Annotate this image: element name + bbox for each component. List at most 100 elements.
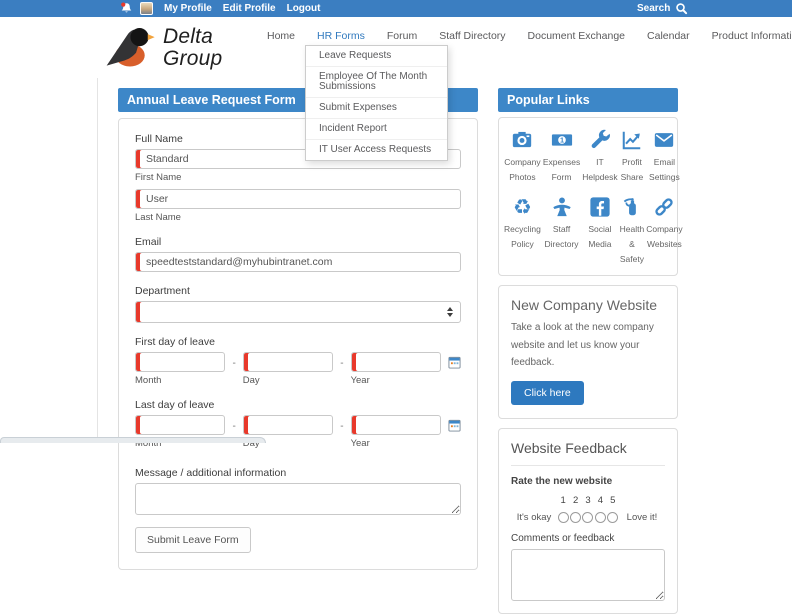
company-logo[interactable]: Delta Group: [104, 25, 222, 70]
first-day-calendar-icon[interactable]: [448, 356, 461, 369]
camera-icon: [504, 129, 541, 152]
year-caption: Year: [351, 438, 441, 449]
date-separator: -: [232, 421, 235, 432]
nav-item-home[interactable]: Home: [267, 30, 295, 42]
new-company-website-text: Take a look at the new company website a…: [511, 319, 665, 372]
hr-forms-dropdown-menu: Leave Requests Employee Of The Month Sub…: [305, 45, 448, 161]
website-feedback-title: Website Feedback: [511, 440, 665, 456]
link-icon: [646, 196, 682, 219]
first-day-day-input[interactable]: [243, 352, 333, 372]
first-name-caption: First Name: [135, 172, 461, 183]
main-nav: Home HR Forms Forum Staff Directory Docu…: [267, 30, 792, 42]
first-day-year-input[interactable]: [351, 352, 441, 372]
rating-radio-2[interactable]: [570, 512, 581, 523]
popular-link-company-websites[interactable]: Company Websites: [646, 196, 682, 267]
chart-icon: [620, 129, 645, 152]
rate-label: Rate the new website: [511, 476, 665, 487]
menu-item-submit-expenses[interactable]: Submit Expenses: [306, 98, 447, 119]
recycle-icon: ♻: [504, 196, 541, 219]
user-avatar[interactable]: [140, 2, 153, 15]
popular-link-it-helpdesk[interactable]: IT Helpdesk: [582, 129, 617, 185]
popular-link-social-media[interactable]: Social Media: [582, 196, 617, 267]
extinguisher-icon: [620, 196, 645, 219]
new-company-website-title: New Company Website: [511, 297, 665, 313]
last-day-year-input[interactable]: [351, 415, 441, 435]
nav-item-document-exchange[interactable]: Document Exchange: [528, 30, 625, 42]
sidebar: Popular Links Company Photos 1 Expenses …: [498, 88, 678, 614]
rating-high-label: Love it!: [627, 512, 658, 523]
website-feedback-panel: Website Feedback Rate the new website 1 …: [498, 428, 678, 614]
day-caption: Day: [243, 375, 333, 386]
last-day-day-input[interactable]: [243, 415, 333, 435]
edit-profile-link[interactable]: Edit Profile: [223, 3, 276, 14]
rating-radio-3[interactable]: [582, 512, 593, 523]
select-spinner-icon: [447, 307, 453, 317]
menu-item-it-user-access-requests[interactable]: IT User Access Requests: [306, 140, 447, 160]
content-left-border: [97, 78, 98, 443]
popular-link-profit-share[interactable]: Profit Share: [620, 129, 645, 185]
nav-item-staff-directory[interactable]: Staff Directory: [439, 30, 505, 42]
nav-item-calendar[interactable]: Calendar: [647, 30, 690, 42]
rating-radio-1[interactable]: [558, 512, 569, 523]
first-day-month-input[interactable]: [135, 352, 225, 372]
leave-request-form: Full Name First Name Last Name Email Dep…: [118, 118, 478, 570]
rating-number-3: 3: [585, 495, 590, 506]
department-label: Department: [135, 285, 461, 297]
envelope-icon: [646, 129, 682, 152]
last-day-calendar-icon[interactable]: [448, 419, 461, 432]
popular-link-company-photos[interactable]: Company Photos: [504, 129, 541, 185]
email-input[interactable]: [135, 252, 461, 272]
logo-text: Delta Group: [163, 26, 222, 69]
popular-link-staff-directory[interactable]: Staff Directory: [543, 196, 580, 267]
nav-item-forum[interactable]: Forum: [387, 30, 417, 42]
top-bar: My Profile Edit Profile Logout Search: [0, 0, 792, 17]
popular-link-recycling-policy[interactable]: ♻ Recycling Policy: [504, 196, 541, 267]
menu-item-leave-requests[interactable]: Leave Requests: [306, 46, 447, 67]
person-icon: [543, 196, 580, 219]
popular-link-health-safety[interactable]: Health & Safety: [620, 196, 645, 267]
year-caption: Year: [351, 375, 441, 386]
submit-leave-form-button[interactable]: Submit Leave Form: [135, 527, 251, 553]
message-label: Message / additional information: [135, 467, 461, 479]
rating-number-5: 5: [610, 495, 615, 506]
divider: [511, 465, 665, 466]
month-caption: Month: [135, 375, 225, 386]
search-icon: [675, 2, 688, 15]
last-name-caption: Last Name: [135, 212, 461, 223]
rating-radio-5[interactable]: [607, 512, 618, 523]
wrench-icon: [582, 129, 617, 152]
department-select[interactable]: [135, 301, 461, 323]
popular-links-title: Popular Links: [498, 88, 678, 112]
comments-textarea[interactable]: [511, 549, 665, 601]
new-company-website-panel: New Company Website Take a look at the n…: [498, 285, 678, 419]
rating-number-1: 1: [561, 495, 566, 506]
search-button[interactable]: Search: [637, 0, 688, 17]
rating-number-2: 2: [573, 495, 578, 506]
facebook-icon: [582, 196, 617, 219]
my-profile-link[interactable]: My Profile: [164, 3, 212, 14]
date-separator: -: [340, 421, 343, 432]
last-name-input[interactable]: [135, 189, 461, 209]
logout-link[interactable]: Logout: [287, 3, 321, 14]
popular-link-expenses-form[interactable]: 1 Expenses Form: [543, 129, 580, 185]
date-separator: -: [340, 358, 343, 369]
rating-radio-4[interactable]: [595, 512, 606, 523]
menu-item-incident-report[interactable]: Incident Report: [306, 119, 447, 140]
popular-links-panel: Company Photos 1 Expenses Form IT Helpde…: [498, 117, 678, 276]
menu-item-employee-of-the-month[interactable]: Employee Of The Month Submissions: [306, 67, 447, 98]
svg-text:1: 1: [559, 135, 563, 144]
last-day-of-leave-label: Last day of leave: [135, 399, 461, 411]
rating-low-label: It's okay: [517, 512, 552, 523]
search-label: Search: [637, 3, 670, 14]
date-separator: -: [232, 358, 235, 369]
popular-link-email-settings[interactable]: Email Settings: [646, 129, 682, 185]
click-here-button[interactable]: Click here: [511, 381, 584, 405]
money-icon: 1: [543, 129, 580, 152]
nav-item-hr-forms[interactable]: HR Forms: [317, 30, 365, 42]
last-day-month-input[interactable]: [135, 415, 225, 435]
rating-number-4: 4: [598, 495, 603, 506]
nav-item-product-information[interactable]: Product Information: [712, 30, 792, 42]
email-label: Email: [135, 236, 461, 248]
notification-bell-icon[interactable]: [120, 2, 133, 15]
message-textarea[interactable]: [135, 483, 461, 515]
